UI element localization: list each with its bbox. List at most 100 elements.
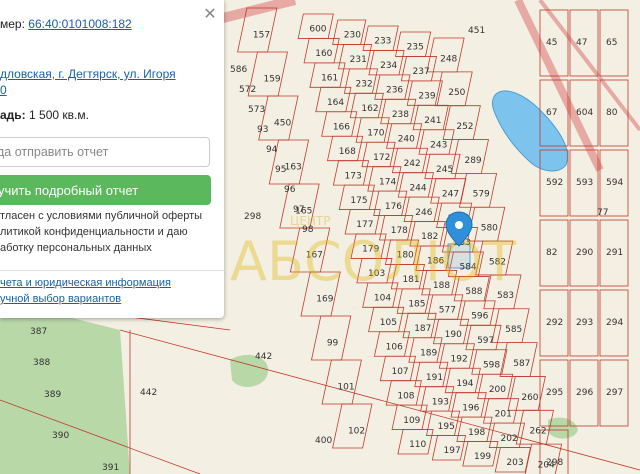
plot-label: 236	[386, 86, 403, 96]
plot-label: 597	[477, 336, 494, 346]
plot-label: 244	[409, 183, 426, 193]
plot-label: 163	[285, 162, 302, 172]
plot-label: 587	[513, 359, 530, 369]
plot-label: 110	[409, 440, 426, 450]
plot-label-451: 451	[468, 26, 485, 36]
plot-label: 598	[483, 360, 500, 370]
plot-label: 198	[468, 428, 485, 438]
email-input[interactable]	[0, 137, 210, 167]
plot-label: 245	[436, 165, 453, 175]
plot-label-390: 390	[52, 431, 69, 441]
cadastral-number-link[interactable]: 66:40:0101008:182	[28, 17, 131, 31]
plot-label-400: 400	[315, 436, 332, 446]
plot-label: 243	[430, 140, 447, 150]
calc-legal-link[interactable]: чета и юридическая информация	[0, 275, 171, 291]
close-icon[interactable]: ✕	[203, 7, 217, 23]
plot-label: 604	[576, 108, 593, 118]
plot-label: 194	[456, 379, 473, 389]
plot-label: 177	[356, 220, 373, 230]
plot-label: 172	[373, 153, 390, 163]
plot-label: 190	[445, 330, 462, 340]
plot-label: 202	[501, 434, 518, 444]
plot-label: 298	[546, 458, 563, 468]
plot-label: 232	[356, 80, 373, 90]
plot-label: 596	[471, 312, 488, 322]
plot-label: 95	[275, 165, 286, 175]
address-line1[interactable]: дловская, г. Дегтярск, ул. Игоря	[0, 67, 176, 81]
plot-label-442: 442	[255, 352, 272, 362]
plot-label: 192	[451, 354, 468, 364]
plot-label: 292	[546, 318, 563, 328]
plot-label: 289	[464, 156, 481, 166]
plot-label: 106	[386, 342, 403, 352]
plot-label: 242	[404, 159, 421, 169]
plot-label: 252	[456, 122, 473, 132]
plot-label: 108	[397, 391, 414, 401]
plot-label: 593	[576, 178, 593, 188]
plot-label-77: 77	[597, 208, 608, 218]
plot-label: 67	[546, 108, 557, 118]
address-link-2[interactable]: 0	[0, 83, 7, 97]
plot-label: 230	[344, 31, 361, 41]
plot-label: 293	[576, 318, 593, 328]
plot-label: 65	[606, 38, 617, 48]
address-link[interactable]: дловская, г. Дегтярск, ул. Игоря	[0, 67, 176, 81]
plot-label: 107	[391, 367, 408, 377]
plot-label: 47	[576, 38, 587, 48]
plot-label: 250	[448, 88, 465, 98]
plot-label: 175	[350, 196, 367, 206]
plot-label: 594	[606, 178, 623, 188]
plot-label: 160	[315, 49, 332, 59]
plot-label-387: 387	[30, 327, 47, 337]
plot-label: 246	[415, 208, 432, 218]
plot-label: 174	[379, 177, 396, 187]
plot-label: 586	[230, 65, 247, 75]
plot-label: 189	[420, 348, 437, 358]
plot-label: 231	[350, 55, 367, 65]
plot-label: 291	[606, 248, 623, 258]
plot-label: 187	[414, 324, 431, 334]
plot-label: 239	[418, 92, 435, 102]
plot-label: 572	[239, 85, 256, 95]
agreement-line: тласен с условиями публичной оферты	[0, 210, 203, 222]
plot-label: 105	[380, 318, 397, 328]
plot-label: 233	[374, 37, 391, 47]
plot-label: 295	[546, 388, 563, 398]
plot-label: 162	[361, 104, 378, 114]
plot-label: 173	[345, 171, 362, 181]
plot-label: 99	[327, 338, 339, 348]
plot-label: 161	[321, 74, 338, 84]
plot-label: 234	[380, 61, 397, 71]
plot-label: 197	[444, 446, 461, 456]
plot-label: 93	[257, 125, 268, 135]
cadastral-row: мер: 66:40:0101008:182	[0, 17, 132, 31]
address-line2[interactable]: 0	[0, 83, 7, 97]
plot-label-391: 391	[102, 463, 119, 473]
manual-choice-link[interactable]: учной выбор вариантов	[0, 291, 171, 307]
plot-label: 297	[606, 388, 623, 398]
agreement-line: литикой конфиденциальности и даю	[0, 226, 188, 238]
plot-label-388: 388	[33, 358, 50, 368]
area-label: адь:	[0, 108, 26, 122]
plot-label: 191	[426, 373, 443, 383]
plot-label: 573	[248, 105, 265, 115]
plot-label: 241	[424, 116, 441, 126]
plot-label: 176	[385, 202, 402, 212]
plot-label: 199	[474, 452, 491, 462]
plot-label: 201	[495, 409, 512, 419]
plot-label: 101	[337, 382, 354, 392]
plot-label: 600	[309, 25, 326, 35]
plot-label: 157	[253, 30, 270, 40]
watermark-text: АБСОЛЮТ	[230, 230, 517, 293]
get-report-button[interactable]: учить подробный отчет	[0, 175, 211, 205]
plot-label: 45	[546, 38, 557, 48]
plot-label: 109	[403, 416, 420, 426]
plot-label: 592	[546, 178, 563, 188]
plot-label: 102	[348, 426, 365, 436]
divider	[0, 270, 224, 271]
plot-label: 294	[606, 318, 623, 328]
plot-label: 235	[407, 43, 424, 53]
plot-label: 193	[432, 397, 449, 407]
plot-label: 240	[398, 134, 415, 144]
plot-label: 169	[316, 294, 333, 304]
